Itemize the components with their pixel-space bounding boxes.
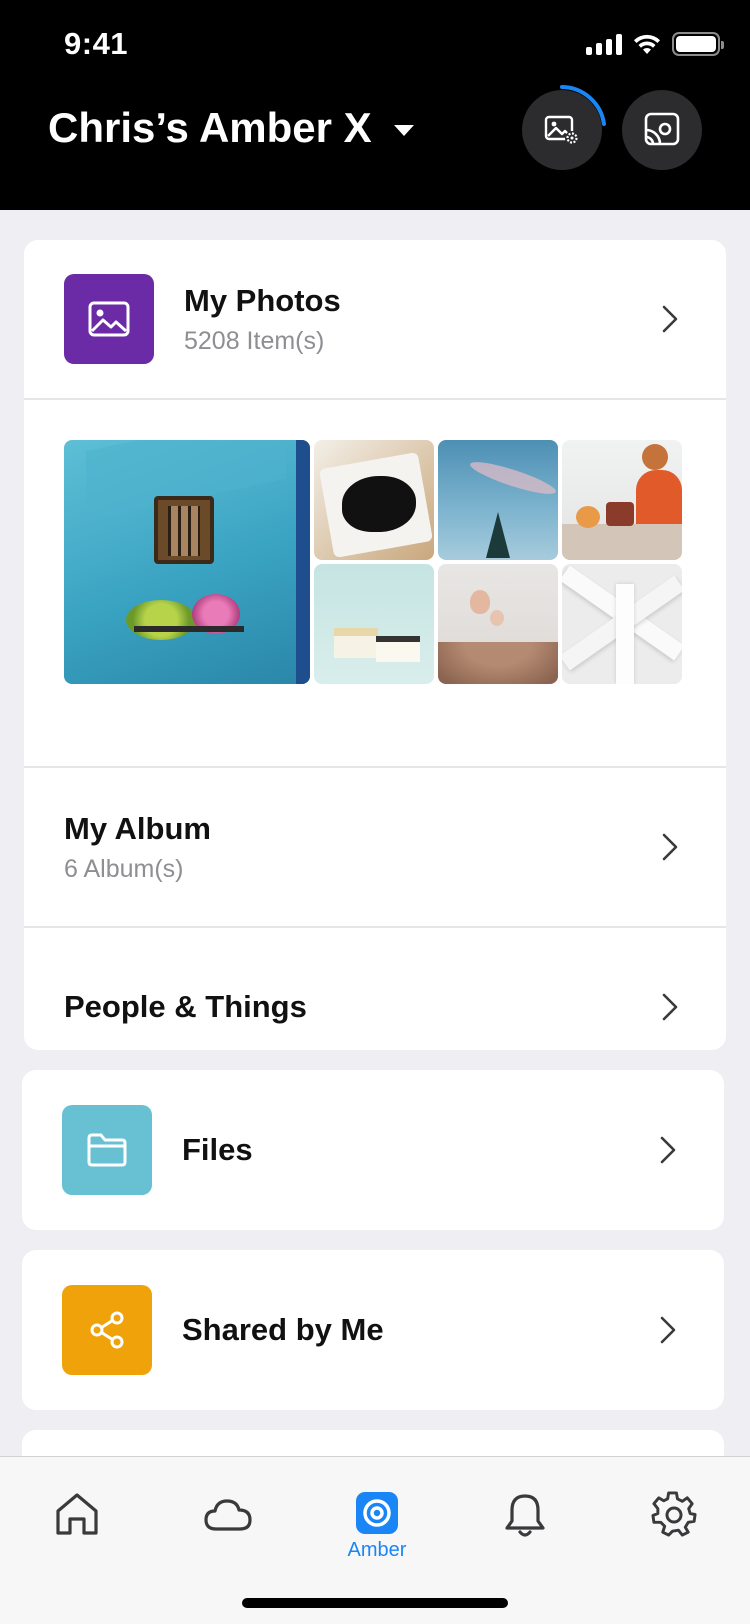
files-card[interactable]: Files	[22, 1070, 724, 1230]
shared-tile	[62, 1285, 152, 1375]
photos-tile	[64, 274, 154, 364]
photo-thumbnail[interactable]	[64, 440, 310, 684]
files-title: Files	[182, 1132, 253, 1167]
chevron-down-icon	[393, 124, 414, 136]
photo-backup-button[interactable]	[522, 85, 606, 170]
cloud-icon	[204, 1499, 252, 1531]
my-album-row[interactable]: My Album 6 Album(s)	[24, 768, 726, 926]
cellular-signal-icon	[586, 33, 622, 55]
backup-progress-ring	[560, 85, 606, 126]
device-selector[interactable]: Chris’s Amber X	[48, 104, 414, 152]
tab-notifications[interactable]	[485, 1491, 565, 1571]
tab-amber[interactable]: Amber	[337, 1491, 417, 1571]
photo-thumbnail[interactable]	[314, 440, 434, 560]
my-album-title: My Album	[64, 810, 211, 846]
photo-thumbnail-grid	[64, 440, 726, 766]
bell-icon	[505, 1494, 545, 1537]
my-photos-count: 5208 Item(s)	[184, 326, 325, 355]
home-content: My Photos 5208 Item(s) My Album 6 Album(…	[0, 210, 750, 1456]
people-things-title: People & Things	[64, 989, 307, 1024]
people-things-row[interactable]: People & Things	[24, 928, 726, 1050]
shared-card[interactable]: Shared by Me	[22, 1250, 724, 1410]
tab-cloud[interactable]	[188, 1491, 268, 1571]
tab-bar: Amber	[0, 1456, 750, 1624]
photo-thumbnail[interactable]	[438, 564, 558, 684]
chevron-right-icon	[662, 833, 678, 861]
share-icon	[90, 1311, 124, 1349]
photo-thumbnail[interactable]	[314, 564, 434, 684]
next-card[interactable]	[22, 1430, 724, 1456]
tab-amber-label: Amber	[347, 1539, 407, 1561]
my-album-count: 6 Album(s)	[64, 854, 184, 883]
files-tile	[62, 1105, 152, 1195]
chevron-right-icon	[662, 305, 678, 333]
shared-by-me-title: Shared by Me	[182, 1312, 384, 1347]
photo-thumbnail[interactable]	[438, 440, 558, 560]
shared-by-me-row[interactable]: Shared by Me	[22, 1250, 724, 1410]
tab-settings[interactable]	[634, 1491, 714, 1571]
photos-card: My Photos 5208 Item(s) My Album 6 Album(…	[24, 240, 726, 1050]
gear-icon	[651, 1491, 697, 1537]
battery-icon	[672, 32, 724, 56]
status-icons	[586, 32, 724, 56]
home-icon	[56, 1493, 98, 1535]
photo-thumbnail[interactable]	[562, 440, 682, 560]
chevron-right-icon	[660, 1136, 676, 1164]
image-icon	[88, 301, 130, 337]
amber-icon	[356, 1492, 398, 1534]
folder-icon	[87, 1133, 127, 1167]
my-photos-title: My Photos	[184, 282, 341, 318]
home-indicator	[242, 1598, 508, 1608]
cast-button[interactable]	[622, 90, 702, 170]
chevron-right-icon	[660, 1316, 676, 1344]
tab-home[interactable]	[37, 1491, 117, 1571]
chevron-right-icon	[662, 993, 678, 1021]
app-header: 9:41 Chris’s Amber X	[0, 0, 750, 210]
files-row[interactable]: Files	[22, 1070, 724, 1230]
photo-thumbnail[interactable]	[562, 564, 682, 684]
cast-icon	[644, 112, 680, 146]
device-name: Chris’s Amber X	[48, 104, 372, 151]
divider	[24, 398, 726, 400]
my-photos-row[interactable]: My Photos 5208 Item(s)	[24, 240, 726, 398]
wifi-icon	[634, 34, 660, 54]
status-time: 9:41	[64, 26, 129, 61]
